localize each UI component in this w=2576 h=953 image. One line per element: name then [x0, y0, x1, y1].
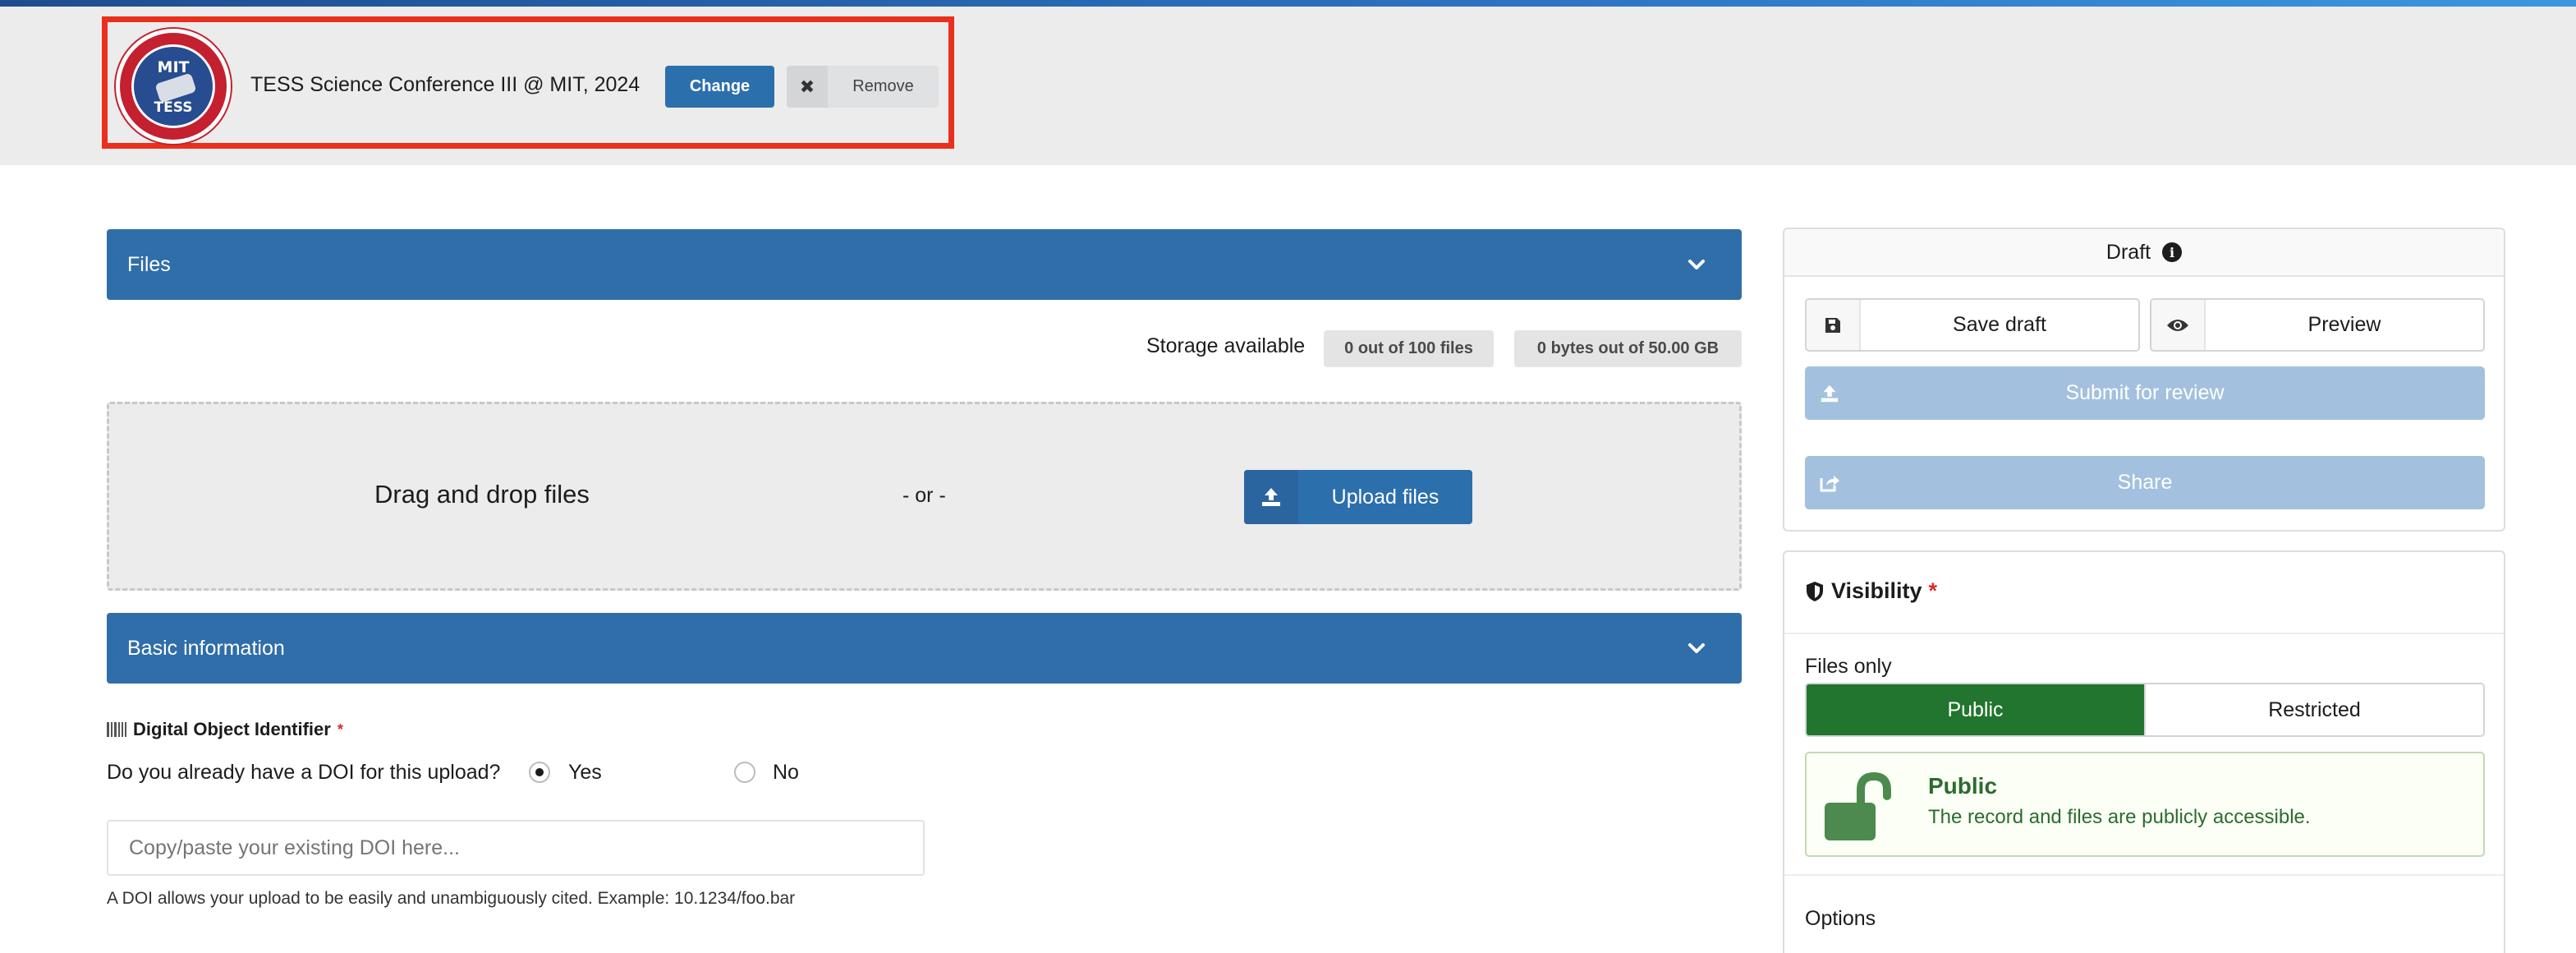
required-marker: * — [337, 721, 343, 738]
required-marker: * — [1928, 578, 1938, 603]
visibility-toggle: Public Restricted — [1805, 683, 2485, 737]
save-icon — [1807, 300, 1861, 350]
remove-label: Remove — [852, 77, 914, 95]
files-only-label: Files only — [1805, 655, 1892, 678]
doi-help-text: A DOI allows your upload to be easily an… — [107, 889, 796, 908]
doi-yes-label[interactable]: Yes — [568, 761, 602, 785]
preview-label: Preview — [2307, 313, 2381, 336]
or-separator: - or - — [902, 484, 946, 507]
visibility-title: Visibility — [1831, 578, 1922, 603]
satellite-icon — [154, 72, 197, 104]
chevron-down-icon — [1688, 260, 1705, 269]
doi-no-label[interactable]: No — [773, 761, 799, 785]
doi-input[interactable] — [107, 820, 925, 876]
community-selection-highlight: MIT TESS TESS Science Conference III @ M… — [102, 16, 954, 149]
remove-community-button[interactable]: ✖ Remove — [787, 66, 939, 108]
basic-information-title: Basic information — [127, 636, 285, 660]
visibility-message-text: The record and files are publicly access… — [1928, 806, 2311, 828]
save-draft-label: Save draft — [1953, 313, 2046, 336]
logo-text-top: MIT — [157, 58, 190, 76]
files-quota-badge: 0 out of 100 files — [1324, 330, 1494, 367]
info-icon[interactable]: i — [2162, 242, 2183, 262]
draft-actions-panel: Draft i Save draft Preview Submit for re… — [1783, 228, 2505, 532]
submit-for-review-button[interactable]: Submit for review — [1805, 366, 2485, 420]
files-accordion-title: Files — [127, 252, 171, 276]
doi-question: Do you already have a DOI for this uploa… — [107, 761, 501, 784]
doi-yes-radio[interactable] — [529, 762, 550, 783]
community-logo: MIT TESS — [116, 29, 231, 144]
doi-label-text: Digital Object Identifier — [133, 719, 331, 739]
options-label: Options — [1805, 907, 1876, 930]
doi-field-label: Digital Object Identifier * — [107, 719, 343, 740]
unlock-icon — [1825, 771, 1891, 840]
save-draft-button[interactable]: Save draft — [1805, 298, 2140, 352]
storage-available-label: Storage available — [1146, 334, 1306, 357]
upload-icon — [1244, 470, 1298, 524]
visibility-message: Public The record and files are publicly… — [1805, 752, 2485, 857]
files-accordion-header[interactable]: Files — [107, 229, 1742, 300]
shield-icon — [1807, 581, 1823, 601]
eye-icon — [2151, 300, 2206, 350]
barcode-icon — [107, 722, 126, 737]
upload-icon — [1805, 366, 1854, 420]
divider — [1784, 874, 2504, 876]
public-option[interactable]: Public — [1807, 684, 2144, 735]
visibility-panel: Visibility * Files only Public Restricte… — [1783, 550, 2505, 953]
share-label: Share — [2117, 471, 2173, 494]
doi-no-radio[interactable] — [734, 762, 755, 783]
visibility-header: Visibility * — [1805, 578, 1937, 604]
draft-status: Draft — [2105, 240, 2151, 264]
restricted-option[interactable]: Restricted — [2144, 684, 2483, 735]
basic-information-accordion-header[interactable]: Basic information — [107, 613, 1742, 684]
share-button[interactable]: Share — [1805, 456, 2485, 509]
logo-text-bottom: TESS — [154, 99, 193, 116]
logo-inner: MIT TESS — [131, 44, 215, 128]
visibility-message-title: Public — [1928, 773, 1998, 799]
draft-status-header: Draft i — [1784, 229, 2504, 277]
bytes-quota-badge: 0 bytes out of 50.00 GB — [1514, 330, 1742, 367]
preview-button[interactable]: Preview — [2150, 298, 2485, 352]
submit-for-review-label: Submit for review — [2065, 381, 2225, 404]
upload-files-label: Upload files — [1331, 485, 1440, 509]
divider — [1784, 633, 2504, 634]
change-community-button[interactable]: Change — [665, 66, 774, 108]
community-header: MIT TESS TESS Science Conference III @ M… — [0, 7, 2576, 165]
community-title: TESS Science Conference III @ MIT, 2024 — [250, 73, 641, 96]
close-icon: ✖ — [787, 66, 828, 108]
chevron-down-icon — [1688, 643, 1705, 653]
upload-files-button[interactable]: Upload files — [1244, 470, 1472, 524]
file-dropzone[interactable]: Drag and drop files - or - Upload files — [107, 402, 1742, 591]
top-accent-bar — [0, 0, 2576, 7]
share-icon — [1805, 456, 1854, 509]
drag-drop-label: Drag and drop files — [374, 480, 590, 509]
